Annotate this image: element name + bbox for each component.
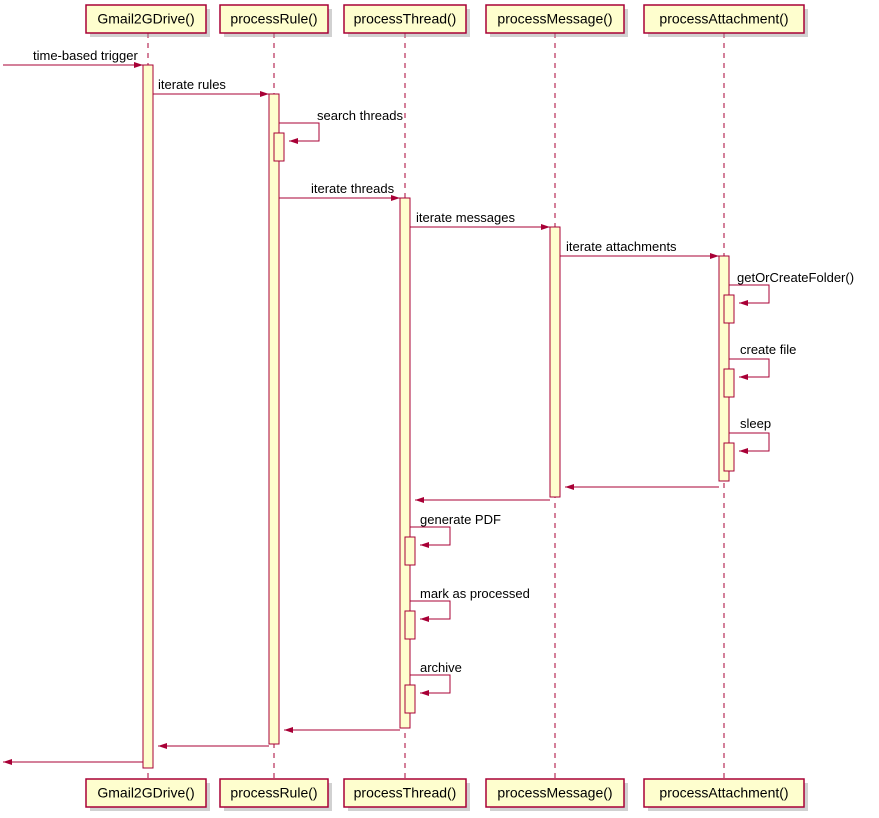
msg-label: iterate attachments	[566, 239, 677, 254]
msg-label: iterate rules	[158, 77, 226, 92]
participant-label: processThread()	[354, 11, 457, 27]
participant-top-processmessage: processMessage()	[486, 5, 628, 37]
participant-label: processRule()	[230, 785, 317, 801]
participant-top-processrule: processRule()	[220, 5, 332, 37]
activation-search-threads	[274, 133, 284, 161]
msg-label: iterate messages	[416, 210, 515, 225]
msg-createfile	[729, 359, 769, 377]
participant-bottom-gmail2gdrive: Gmail2GDrive()	[86, 779, 210, 811]
participant-label: processAttachment()	[659, 11, 788, 27]
msg-label: create file	[740, 342, 796, 357]
participant-label: Gmail2GDrive()	[97, 785, 194, 801]
participant-label: processRule()	[230, 11, 317, 27]
msg-label: search threads	[317, 108, 403, 123]
participant-top-gmail2gdrive: Gmail2GDrive()	[86, 5, 210, 37]
participant-bottom-processthread: processThread()	[344, 779, 470, 811]
participant-label: Gmail2GDrive()	[97, 11, 194, 27]
msg-label: sleep	[740, 416, 771, 431]
msg-label: generate PDF	[420, 512, 501, 527]
activation-gmail2gdrive	[143, 65, 153, 768]
activation-processmessage	[550, 227, 560, 497]
participant-label: processMessage()	[497, 11, 612, 27]
activation-sleep	[724, 443, 734, 471]
msg-label: mark as processed	[420, 586, 530, 601]
activation-processthread	[400, 198, 410, 728]
activation-markprocessed	[405, 611, 415, 639]
participant-label: processAttachment()	[659, 785, 788, 801]
activation-processrule	[269, 94, 279, 744]
participant-bottom-processmessage: processMessage()	[486, 779, 628, 811]
participant-top-processthread: processThread()	[344, 5, 470, 37]
participant-label: processThread()	[354, 785, 457, 801]
activation-getorcreate	[724, 295, 734, 323]
msg-generate-pdf	[410, 527, 450, 545]
participant-bottom-processattachment: processAttachment()	[644, 779, 808, 811]
msg-getorcreatefolder	[729, 285, 769, 303]
msg-sleep	[729, 433, 769, 451]
msg-label: archive	[420, 660, 462, 675]
participant-bottom-processrule: processRule()	[220, 779, 332, 811]
msg-label: getOrCreateFolder()	[737, 270, 854, 285]
activation-createfile	[724, 369, 734, 397]
msg-mark-processed	[410, 601, 450, 619]
msg-search-threads	[279, 123, 319, 141]
msg-archive	[410, 675, 450, 693]
msg-label: iterate threads	[311, 181, 395, 196]
sequence-diagram: Gmail2GDrive() processRule() processThre…	[0, 0, 879, 818]
participant-label: processMessage()	[497, 785, 612, 801]
participant-top-processattachment: processAttachment()	[644, 5, 808, 37]
msg-label: time-based trigger	[33, 48, 138, 63]
activation-generatepdf	[405, 537, 415, 565]
activation-archive	[405, 685, 415, 713]
